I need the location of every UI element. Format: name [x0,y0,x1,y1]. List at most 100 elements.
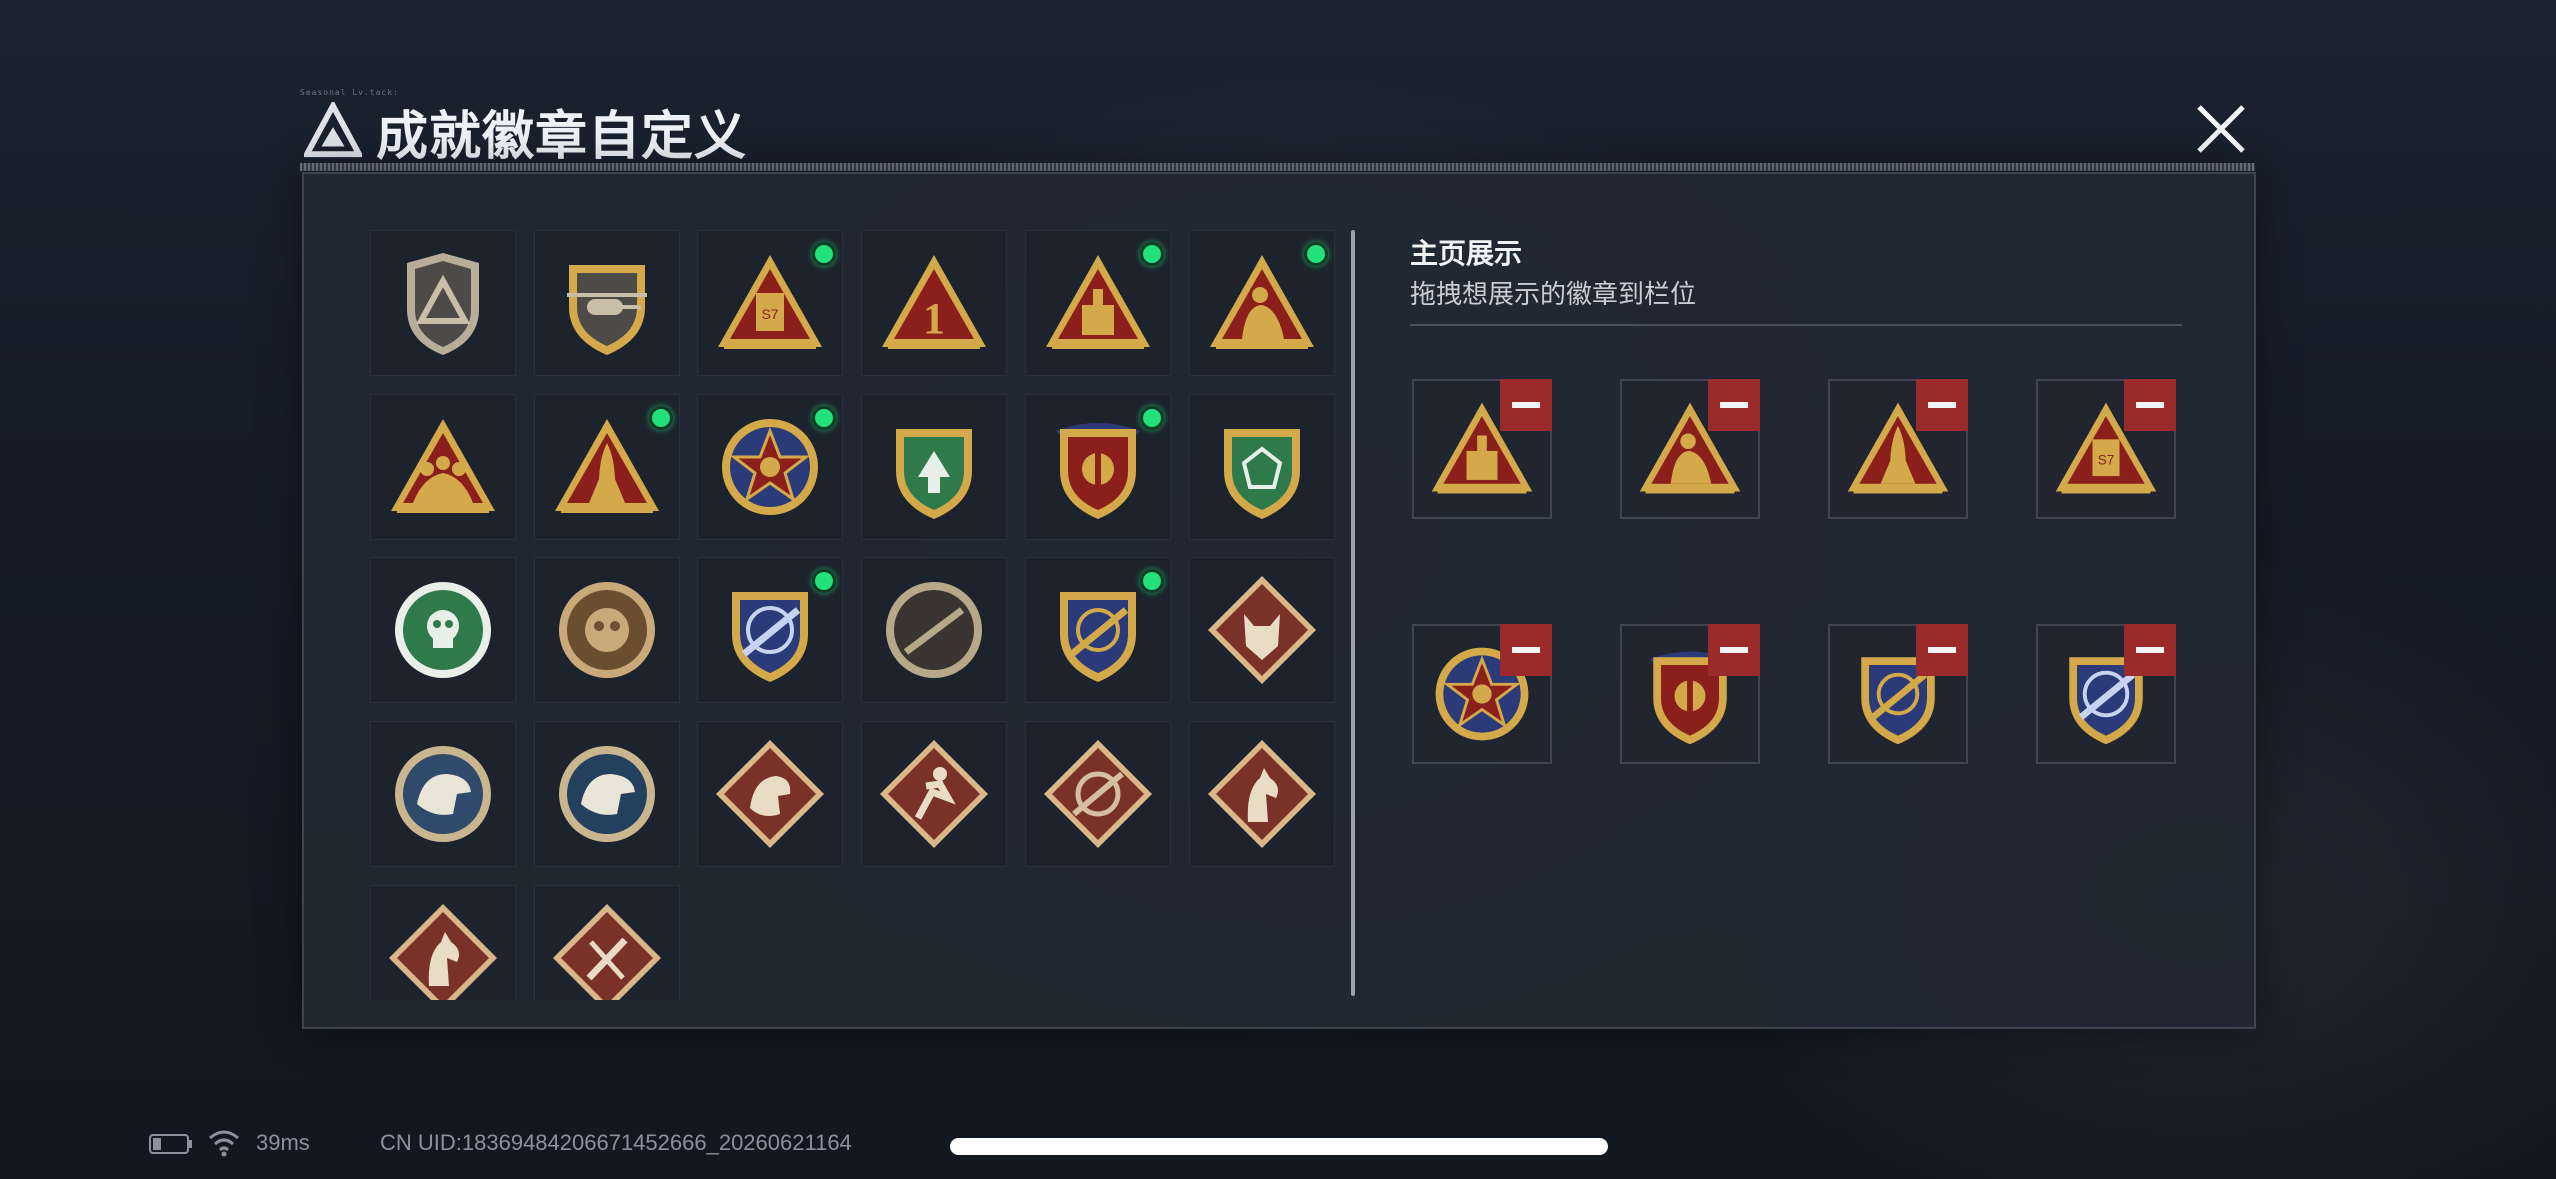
home-indicator[interactable] [950,1138,1608,1155]
badge-s7-triangle[interactable]: S7 [697,230,844,376]
minus-icon [1512,647,1540,653]
target-diamond-icon [1043,740,1152,849]
display-section-title: 主页展示 [1410,237,1523,270]
badge-gold-rifle[interactable] [1024,557,1171,704]
equipped-indicator-dot [1139,242,1164,266]
badge-squad-triangle[interactable] [370,393,516,540]
display-slot-4[interactable]: S7 [2036,379,2176,519]
green-shield-icon [896,428,973,519]
remove-badge-button[interactable] [2124,624,2176,676]
minus-icon [1720,647,1748,653]
horse-diamond-icon [1207,740,1316,849]
equipped-indicator-dot [1139,569,1164,594]
horse-diamond-icon [389,903,497,1000]
badge-tools-diamond[interactable] [533,884,680,1000]
display-slot-7[interactable] [1828,624,1968,764]
equipped-indicator-dot [648,405,673,430]
badge-target-diamond[interactable] [1024,721,1171,868]
badge-dragon-diamond[interactable] [697,721,844,868]
close-button[interactable] [2190,98,2252,160]
tools-diamond-icon [552,903,661,1000]
logo-shield-icon [407,253,479,355]
badge-helicopter[interactable] [533,230,680,376]
badge-green-shield-gem[interactable] [1188,393,1335,540]
badge-grid-scrollbar[interactable] [1351,230,1355,996]
helicopter-icon [566,265,647,355]
display-slot-2[interactable] [1620,379,1760,519]
equipped-indicator-dot [812,242,837,266]
display-divider [1410,324,2182,326]
gold-shield-icon [1055,422,1140,519]
badge-eagle-blue[interactable] [370,721,516,868]
equipped-indicator-dot [812,405,837,430]
display-section-hint: 拖拽想展示的徽章到栏位 [1410,280,1697,310]
svg-text:S7: S7 [2098,452,2115,467]
svg-text:1: 1 [923,294,945,343]
s7-triangle-icon: S7 [718,255,823,349]
star-medal-icon [722,418,819,515]
antenna-triangle-icon [1045,255,1150,349]
wifi-icon [209,1130,239,1157]
display-slot-5[interactable] [1412,624,1552,764]
badge-star-medal[interactable] [697,393,844,540]
bronze-mask-icon [558,582,655,679]
close-icon [2197,105,2245,153]
badge-grid: S7 1 [370,230,1355,1000]
remove-badge-button[interactable] [1500,624,1552,676]
runner-diamond-icon [880,740,989,849]
equipped-indicator-dot [1139,405,1164,430]
minus-icon [2136,647,2164,653]
badge-dark-rifle[interactable] [861,557,1008,704]
display-slot-1[interactable] [1412,379,1552,519]
badge-eagle-navy[interactable] [533,721,680,868]
number-one-icon: 1 [882,255,987,349]
navy-rifle-icon [732,592,809,683]
minus-icon [1928,647,1956,653]
badge-horse-diamond[interactable] [1188,721,1335,868]
badge-rocket-triangle[interactable] [533,393,680,540]
minus-icon [1512,402,1540,408]
gold-rifle-icon [1059,592,1136,683]
eagle-target-icon [558,746,655,843]
badge-bronze-mask[interactable] [533,557,680,704]
page-title: 成就徽章自定义 [376,107,748,167]
dark-rifle-icon [886,582,983,679]
remove-badge-button[interactable] [2124,379,2176,431]
minus-icon [1720,402,1748,408]
green-skull-icon [395,582,491,679]
rocket-triangle-icon [554,418,659,513]
green-gem-shield-icon [1223,428,1300,519]
ping-text: 39ms [256,1130,310,1155]
display-slot-3[interactable] [1828,379,1968,519]
badge-logo-shield[interactable] [370,230,516,376]
display-slot-8[interactable] [2036,624,2176,764]
badge-number-one[interactable]: 1 [861,230,1008,376]
battery-icon [149,1134,192,1154]
equipped-indicator-dot [812,569,837,594]
equipped-indicator-dot [1303,242,1328,266]
badge-horse-diamond-2[interactable] [370,884,516,1000]
badge-runner-diamond[interactable] [861,721,1008,868]
badge-customize-panel: S7 1 主页展示 拖拽想展示的徽章到栏位 S7 [302,172,2256,1029]
minus-icon [1928,402,1956,408]
badge-gold-shield[interactable] [1024,393,1171,540]
badge-green-skull[interactable] [370,557,516,704]
squad-triangle-icon [391,418,495,513]
uid-text: CN UID:183694842066714526​66_2026062116​… [380,1130,852,1155]
display-slot-6[interactable] [1620,624,1760,764]
remove-badge-button[interactable] [1708,379,1760,431]
eagle-icon [395,746,491,843]
remove-badge-button[interactable] [1708,624,1760,676]
badge-wolf-diamond[interactable] [1188,557,1335,704]
remove-badge-button[interactable] [1500,379,1552,431]
game-logo-icon [304,102,362,158]
badge-antenna-triangle[interactable] [1024,230,1171,376]
badge-soldier-triangle[interactable] [1188,230,1335,376]
svg-text:S7: S7 [762,306,779,322]
window-header: Seasonal Lv.tack: 成就徽章自定义 [300,88,2255,173]
header-divider [300,163,2255,171]
badge-green-shield-wing[interactable] [861,393,1008,540]
remove-badge-button[interactable] [1916,624,1968,676]
remove-badge-button[interactable] [1916,379,1968,431]
badge-navy-rifle[interactable] [697,557,844,704]
